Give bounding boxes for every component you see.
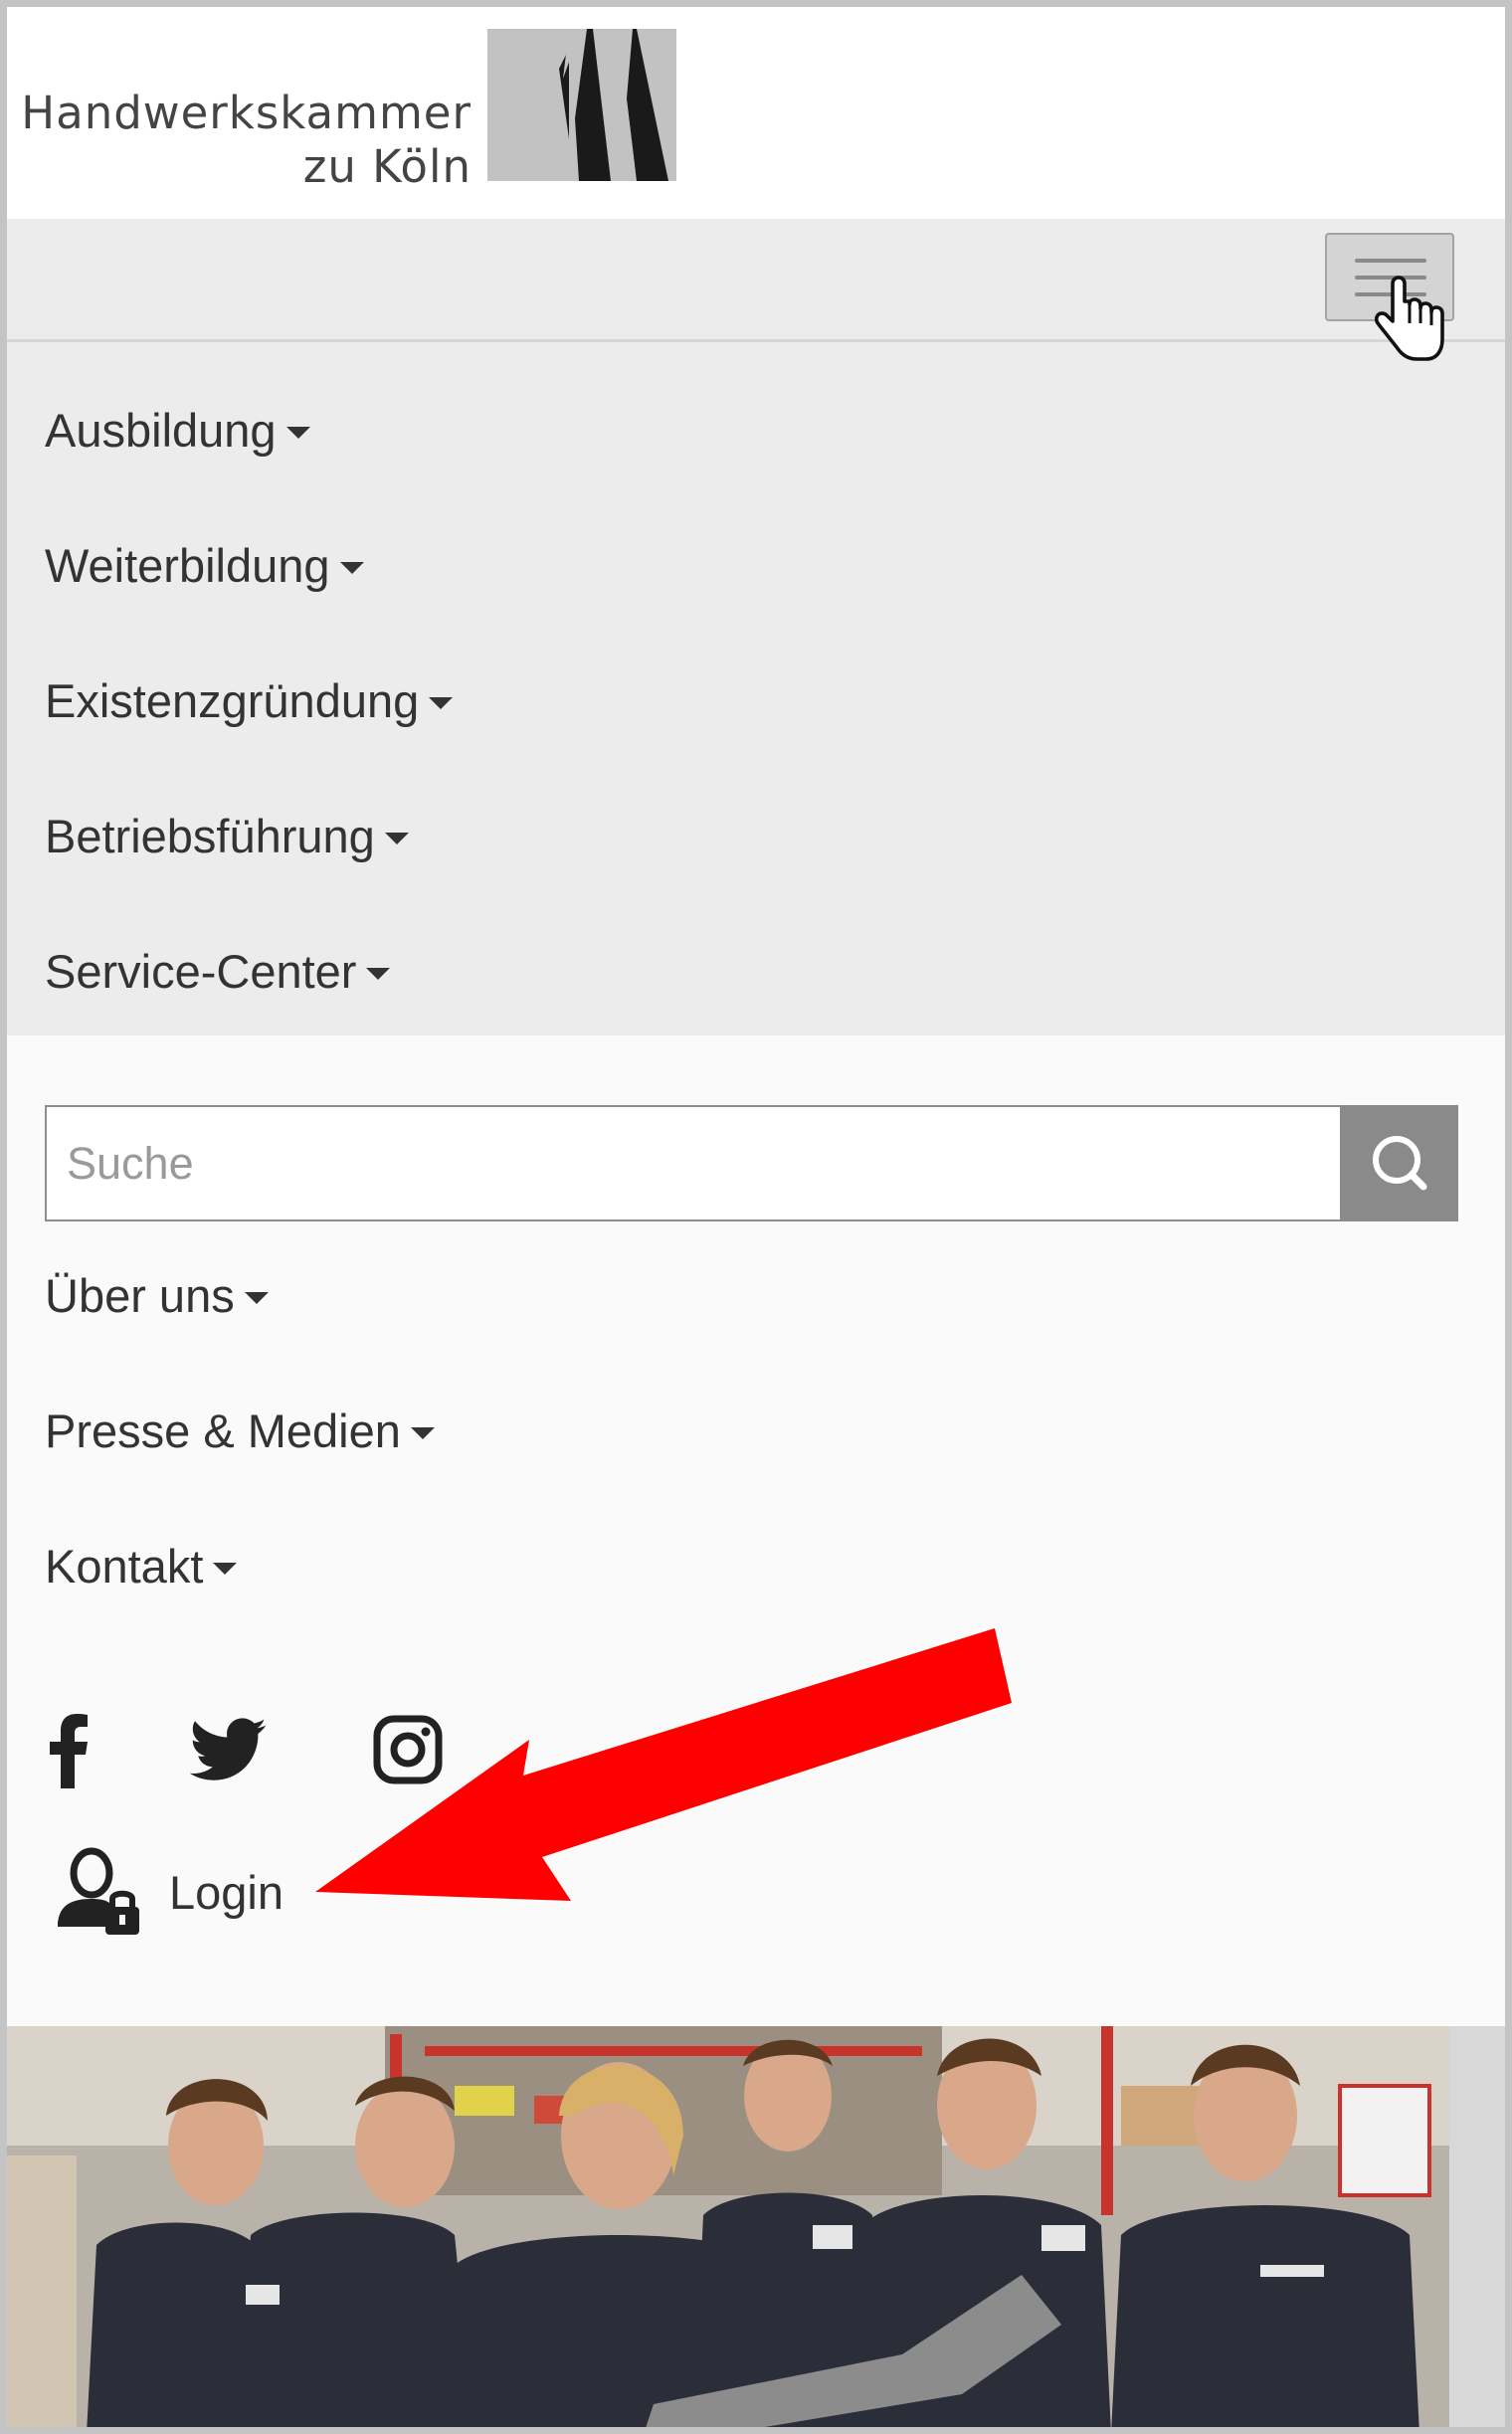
nav-toggle-bar <box>7 219 1505 342</box>
search-button[interactable] <box>1340 1105 1458 1221</box>
caret-down-icon <box>285 427 310 439</box>
instagram-icon[interactable] <box>373 1715 443 1784</box>
twitter-icon[interactable] <box>189 1718 267 1781</box>
nav-item-ueber-uns[interactable]: Über uns <box>45 1255 269 1335</box>
search-icon <box>1373 1136 1427 1191</box>
nav-item-label: Betriebsführung <box>45 809 375 862</box>
nav-item-weiterbildung[interactable]: Weiterbildung <box>45 525 364 605</box>
caret-down-icon <box>410 1427 435 1439</box>
nav-item-label: Weiterbildung <box>45 538 330 592</box>
nav-item-label: Ausbildung <box>45 403 277 457</box>
caret-down-icon <box>429 697 454 709</box>
nav-item-label: Existenzgründung <box>45 673 420 727</box>
caret-down-icon <box>244 1292 269 1304</box>
logo-text[interactable]: Handwerkskammer zu Köln <box>21 87 472 194</box>
page-frame: Handwerkskammer zu Köln Ausbildung Weite… <box>0 0 1512 2434</box>
nav-item-betriebsfuehrung[interactable]: Betriebsführung <box>45 796 409 875</box>
facebook-icon[interactable] <box>49 1713 89 1788</box>
hero-photo <box>7 2026 1505 2427</box>
caret-down-icon <box>384 833 409 844</box>
nav-item-label: Kontakt <box>45 1539 204 1592</box>
nav-item-ausbildung[interactable]: Ausbildung <box>45 390 310 469</box>
hamburger-icon <box>1355 259 1426 263</box>
nav-item-kontakt[interactable]: Kontakt <box>45 1526 238 1605</box>
nav-item-label: Service-Center <box>45 944 357 998</box>
nav-item-existenzgruendung[interactable]: Existenzgründung <box>45 660 454 740</box>
caret-down-icon <box>366 968 391 980</box>
search-input[interactable] <box>45 1105 1340 1221</box>
hand-pointer-cursor-icon <box>1375 276 1444 361</box>
nav-item-service-center[interactable]: Service-Center <box>45 931 391 1011</box>
logo-line-2: zu Köln <box>302 140 472 193</box>
login-link[interactable]: Login <box>52 1842 284 1942</box>
logo-line-1: Handwerkskammer <box>21 87 472 139</box>
nav-item-label: Über uns <box>45 1268 235 1322</box>
caret-down-icon <box>339 562 364 574</box>
nav-item-presse-medien[interactable]: Presse & Medien <box>45 1391 435 1470</box>
search-form <box>45 1105 1458 1221</box>
site-header: Handwerkskammer zu Köln <box>7 7 1505 219</box>
caret-down-icon <box>213 1563 238 1575</box>
hwk-logo-mark-icon[interactable] <box>487 29 676 181</box>
user-lock-icon <box>58 1847 139 1935</box>
login-label: Login <box>169 1865 284 1919</box>
primary-nav: Ausbildung Weiterbildung Existenzgründun… <box>7 342 1505 1035</box>
nav-item-label: Presse & Medien <box>45 1404 401 1457</box>
